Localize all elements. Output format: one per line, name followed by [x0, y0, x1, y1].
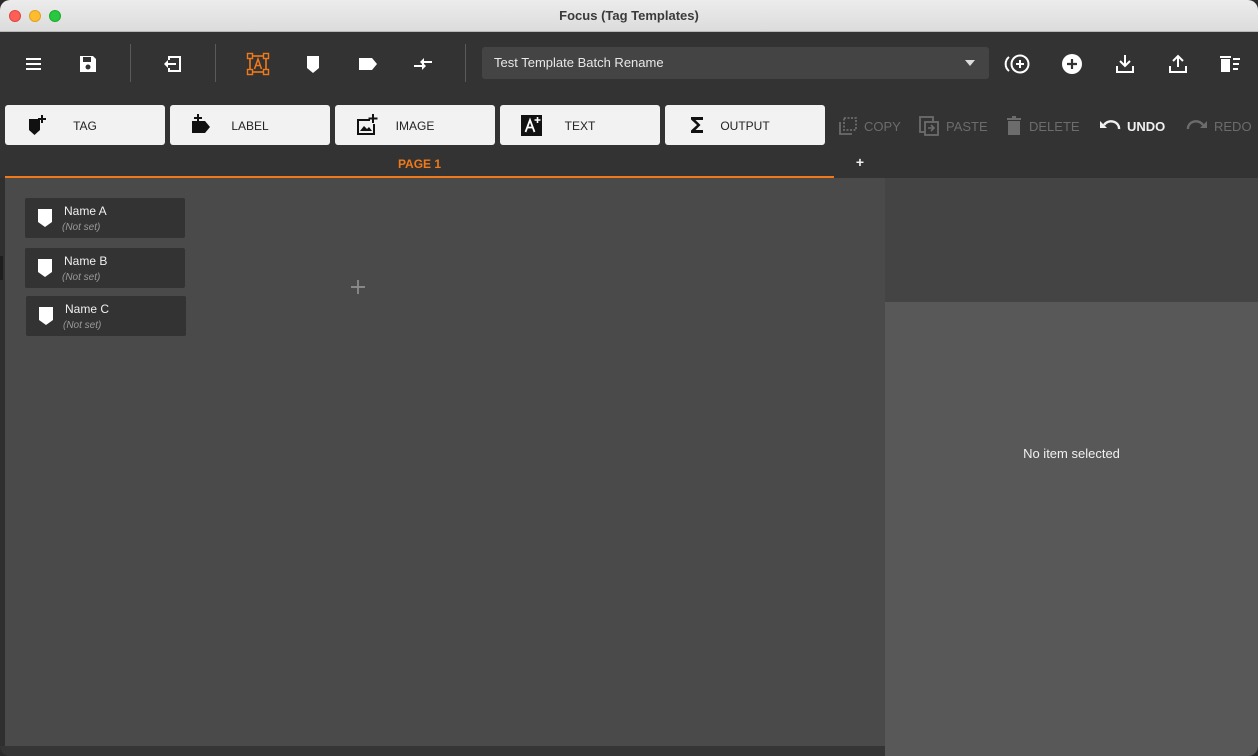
undo-button[interactable]: UNDO [1099, 115, 1165, 137]
add-image-button[interactable]: IMAGE [335, 105, 495, 145]
add-output-label: OUTPUT [720, 119, 770, 133]
design-canvas[interactable]: Name A (Not set) Name B (Not set) Name C… [5, 178, 885, 746]
select-area-icon [246, 52, 270, 76]
add-circle-outline-icon [1004, 54, 1030, 74]
save-icon [80, 56, 96, 72]
upload-icon [1169, 54, 1187, 73]
tag-icon [38, 259, 52, 277]
undo-icon [1100, 120, 1121, 130]
add-image-label: IMAGE [395, 119, 435, 133]
toolbar-separator [465, 44, 466, 82]
canvas-tag-item[interactable]: Name A (Not set) [25, 198, 185, 238]
canvas-scrollbar-track[interactable] [0, 746, 885, 756]
tag-icon [307, 56, 319, 73]
properties-header [885, 178, 1258, 302]
tag-item-name: Name A [64, 204, 107, 218]
tag-tool-button[interactable] [295, 46, 331, 82]
redo-icon [1186, 120, 1207, 130]
template-select-value: Test Template Batch Rename [494, 55, 664, 70]
canvas-tag-item[interactable]: Name C (Not set) [26, 296, 186, 336]
add-tag-label: TAG [73, 119, 97, 133]
app-window: Focus (Tag Templates) Test Template Batc… [0, 0, 1258, 756]
compare-icon [414, 58, 432, 70]
menu-icon [26, 58, 41, 70]
window-title: Focus (Tag Templates) [559, 8, 699, 23]
template-select[interactable]: Test Template Batch Rename [482, 47, 989, 79]
upload-button[interactable] [1160, 46, 1196, 82]
tab-page-1[interactable]: PAGE 1 [5, 152, 834, 178]
delete-list-icon [1220, 56, 1240, 72]
tag-item-name: Name B [64, 254, 108, 268]
toolbar-separator [215, 44, 216, 82]
add-text-label: TEXT [564, 119, 596, 133]
canvas-tag-item[interactable]: Name B (Not set) [25, 248, 185, 288]
redo-button[interactable]: REDO [1186, 115, 1252, 137]
delete-button[interactable]: DELETE [1005, 115, 1080, 137]
add-text-button[interactable]: TEXT [500, 105, 660, 145]
element-bar: TAG LABEL IMAGE TEXT OUTPUT COPY PASTE D… [0, 96, 1258, 152]
tag-item-value: (Not set) [62, 222, 101, 233]
add-circle-icon [1062, 54, 1082, 74]
add-label-label: LABEL [231, 119, 269, 133]
save-button[interactable] [70, 46, 106, 82]
add-template-from-button[interactable] [1000, 46, 1036, 82]
paste-button[interactable]: PASTE [918, 115, 988, 137]
download-icon [1116, 55, 1134, 73]
add-tag-button[interactable]: TAG [5, 105, 165, 145]
title-bar: Focus (Tag Templates) [0, 0, 1258, 32]
main-toolbar: Test Template Batch Rename [0, 32, 1258, 96]
trash-icon [1007, 116, 1021, 135]
exit-icon [164, 56, 181, 72]
resize-handle[interactable] [0, 256, 3, 280]
menu-button[interactable] [16, 46, 52, 82]
undo-label: UNDO [1127, 118, 1166, 134]
add-label-button[interactable]: LABEL [170, 105, 330, 145]
label-icon [359, 58, 377, 70]
crosshair-cursor-icon [351, 280, 365, 294]
tag-item-value: (Not set) [63, 320, 102, 331]
tag-icon [38, 209, 52, 227]
chevron-down-icon [965, 60, 975, 66]
exit-template-button[interactable] [155, 46, 191, 82]
delete-label: DELETE [1029, 118, 1080, 134]
tag-item-name: Name C [65, 302, 110, 316]
toolbar-separator [130, 44, 131, 82]
label-tool-button[interactable] [350, 46, 386, 82]
copy-icon [839, 117, 857, 135]
add-page-button[interactable]: + [852, 154, 868, 174]
paste-icon [919, 116, 939, 136]
empty-selection-message: No item selected [1023, 446, 1120, 461]
properties-panel: No item selected [885, 178, 1258, 756]
download-button[interactable] [1107, 46, 1143, 82]
compare-button[interactable] [405, 46, 441, 82]
copy-label: COPY [864, 118, 901, 134]
redo-label: REDO [1214, 118, 1252, 134]
add-template-button[interactable] [1054, 46, 1090, 82]
paste-label: PASTE [946, 118, 988, 134]
add-output-button[interactable]: OUTPUT [665, 105, 825, 145]
tag-icon [39, 307, 53, 325]
page-tabs: PAGE 1 + [0, 152, 1258, 178]
copy-button[interactable]: COPY [838, 115, 901, 137]
tag-item-value: (Not set) [62, 272, 101, 283]
select-area-button[interactable] [240, 46, 276, 82]
delete-template-button[interactable] [1212, 46, 1248, 82]
